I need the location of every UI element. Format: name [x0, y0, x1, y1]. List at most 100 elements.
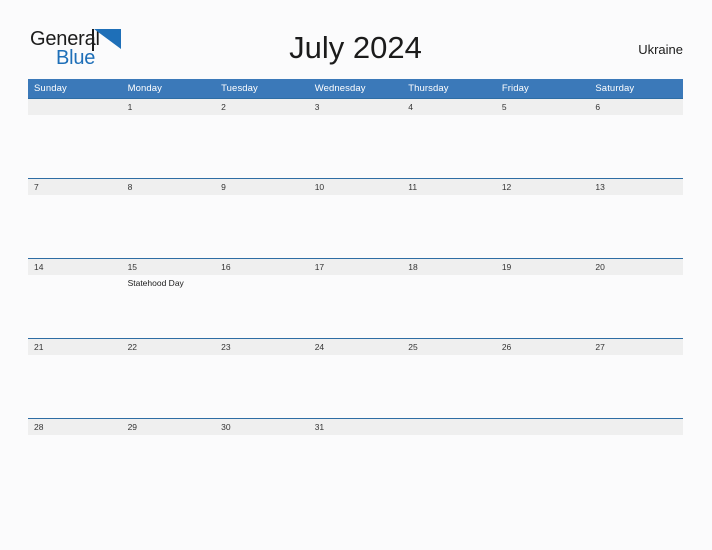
calendar-day-cell[interactable]: 15 Statehood Day	[121, 258, 216, 339]
day-number: 17	[308, 259, 403, 275]
page-header: General Blue July 2024 Ukraine	[28, 26, 683, 74]
day-number: 15	[121, 259, 216, 275]
calendar-day-cell[interactable]: 9	[215, 178, 309, 259]
day-number: 29	[121, 419, 216, 435]
day-events	[402, 355, 496, 358]
day-events	[309, 275, 403, 278]
calendar-day-cell[interactable]: 1	[121, 98, 216, 179]
day-cell-inner: 28	[28, 419, 122, 499]
day-number: 11	[402, 179, 496, 195]
calendar-day-cell[interactable]: 18	[402, 258, 496, 339]
weekday-header-friday: Friday	[495, 79, 590, 99]
day-number: 5	[495, 99, 590, 115]
day-events	[589, 435, 683, 438]
day-events	[402, 435, 496, 438]
calendar-day-cell[interactable]: 31	[308, 418, 403, 499]
weekday-header-saturday: Saturday	[589, 79, 683, 99]
calendar-day-cell[interactable]: 19	[495, 258, 590, 339]
calendar-day-cell[interactable]: 14	[28, 258, 122, 339]
calendar-week-row: 14 15 Statehood Day 16 17 18 19 20	[28, 258, 683, 339]
day-number: 10	[308, 179, 403, 195]
day-number	[402, 419, 496, 435]
day-events	[28, 275, 122, 278]
day-number: 2	[215, 99, 309, 115]
day-number: 19	[495, 259, 590, 275]
calendar-page: General Blue July 2024 Ukraine Sunday Mo…	[0, 0, 712, 550]
day-events	[589, 115, 683, 118]
day-number: 26	[495, 339, 590, 355]
day-cell-inner: 6	[589, 99, 683, 178]
day-cell-inner	[589, 419, 683, 499]
country-label: Ukraine	[638, 42, 683, 57]
day-cell-inner: 8	[121, 179, 216, 258]
day-number: 21	[28, 339, 122, 355]
calendar-day-cell[interactable]: 23	[215, 338, 309, 419]
calendar-day-cell[interactable]: 13	[589, 178, 683, 259]
calendar-day-cell[interactable]: 5	[495, 98, 590, 179]
day-number	[28, 99, 122, 115]
calendar-day-cell[interactable]: 24	[308, 338, 403, 419]
day-events	[589, 195, 683, 198]
calendar-week-row: 7 8 9 10 11 12 13	[28, 178, 683, 259]
day-cell-inner: 31	[308, 419, 403, 499]
calendar-day-cell[interactable]: 26	[495, 338, 590, 419]
calendar-table: Sunday Monday Tuesday Wednesday Thursday…	[28, 79, 683, 499]
calendar-day-cell[interactable]	[495, 418, 590, 499]
weekday-header-row: Sunday Monday Tuesday Wednesday Thursday…	[28, 79, 683, 99]
calendar-day-cell[interactable]: 11	[402, 178, 496, 259]
calendar-day-cell[interactable]: 12	[495, 178, 590, 259]
day-cell-inner	[495, 419, 590, 499]
calendar-day-cell[interactable]: 2	[215, 98, 309, 179]
calendar-day-cell[interactable]: 30	[215, 418, 309, 499]
day-cell-inner: 3	[308, 99, 403, 178]
calendar-day-cell[interactable]: 27	[589, 338, 683, 419]
day-events	[496, 355, 590, 358]
calendar-day-cell[interactable]: 10	[308, 178, 403, 259]
day-cell-inner: 26	[495, 339, 590, 418]
day-cell-inner	[28, 99, 122, 178]
day-number: 22	[121, 339, 216, 355]
calendar-week-row: 28 29 30 31	[28, 418, 683, 499]
day-cell-inner: 9	[215, 179, 309, 258]
day-number: 27	[589, 339, 683, 355]
day-events	[215, 195, 309, 198]
calendar-day-cell[interactable]	[28, 98, 122, 179]
day-number: 13	[589, 179, 683, 195]
day-number: 7	[28, 179, 122, 195]
day-events	[122, 115, 216, 118]
day-cell-inner: 23	[215, 339, 309, 418]
day-cell-inner: 18	[402, 259, 496, 338]
calendar-day-cell[interactable]: 8	[121, 178, 216, 259]
calendar-day-cell[interactable]: 17	[308, 258, 403, 339]
day-number: 30	[215, 419, 309, 435]
day-cell-inner: 15 Statehood Day	[121, 259, 216, 338]
calendar-day-cell[interactable]: 16	[215, 258, 309, 339]
calendar-day-cell[interactable]	[589, 418, 683, 499]
weekday-header-monday: Monday	[121, 79, 216, 99]
day-events	[496, 435, 590, 438]
calendar-day-cell[interactable]	[402, 418, 496, 499]
day-events	[122, 355, 216, 358]
calendar-day-cell[interactable]: 25	[402, 338, 496, 419]
day-number: 28	[28, 419, 122, 435]
day-cell-inner: 16	[215, 259, 309, 338]
calendar-day-cell[interactable]: 21	[28, 338, 122, 419]
day-cell-inner: 7	[28, 179, 122, 258]
day-events	[309, 355, 403, 358]
day-cell-inner: 20	[589, 259, 683, 338]
calendar-week-row: 123456	[28, 98, 683, 179]
calendar-day-cell[interactable]: 22	[121, 338, 216, 419]
day-number: 18	[402, 259, 496, 275]
calendar-day-cell[interactable]: 28	[28, 418, 122, 499]
calendar-day-cell[interactable]: 4	[402, 98, 496, 179]
calendar-day-cell[interactable]: 20	[589, 258, 683, 339]
day-cell-inner: 1	[121, 99, 216, 178]
day-number: 1	[121, 99, 216, 115]
calendar-day-cell[interactable]: 29	[121, 418, 216, 499]
calendar-day-cell[interactable]: 7	[28, 178, 122, 259]
calendar-day-cell[interactable]: 6	[589, 98, 683, 179]
day-events	[28, 435, 122, 438]
page-title: July 2024	[289, 30, 422, 65]
calendar-day-cell[interactable]: 3	[308, 98, 403, 179]
day-cell-inner: 24	[308, 339, 403, 418]
